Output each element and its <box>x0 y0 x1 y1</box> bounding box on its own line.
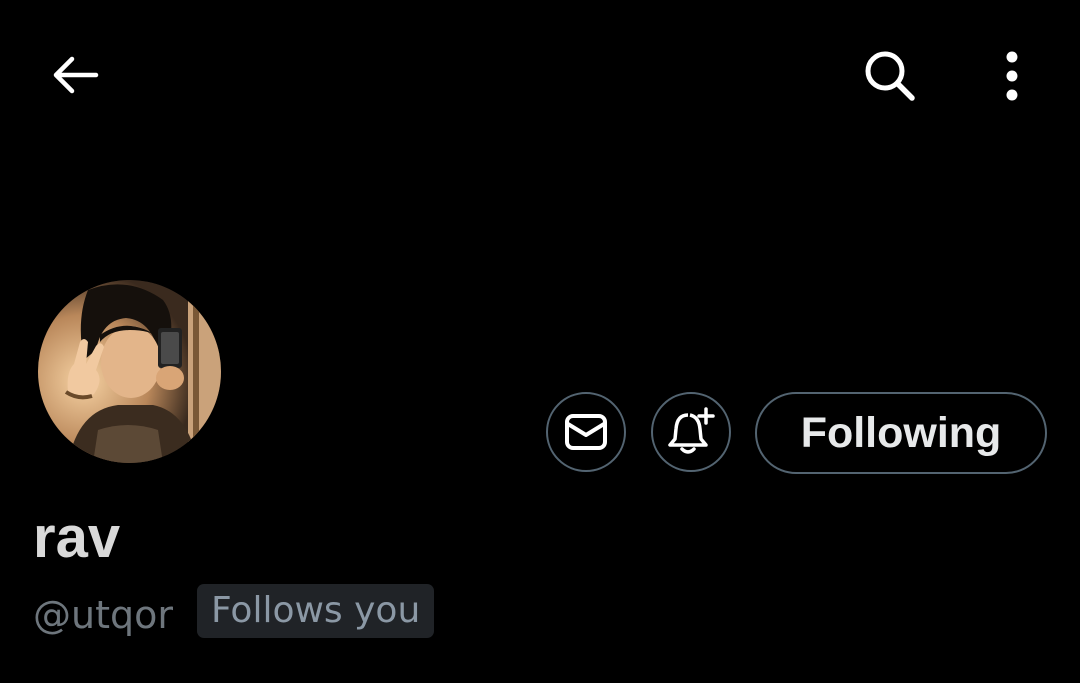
more-vertical-icon <box>1006 51 1018 101</box>
more-options-button[interactable] <box>984 38 1040 114</box>
bell-plus-icon <box>668 407 715 454</box>
search-icon <box>865 51 915 101</box>
message-button[interactable] <box>546 392 626 472</box>
envelope-icon <box>565 414 607 450</box>
back-button[interactable] <box>40 40 110 110</box>
search-button[interactable] <box>852 38 928 114</box>
user-handle: @utqor <box>33 593 173 637</box>
avatar[interactable] <box>38 280 221 463</box>
following-button[interactable]: Following <box>755 392 1047 474</box>
notifications-button[interactable] <box>651 392 731 472</box>
following-button-label: Following <box>800 408 1002 457</box>
profile-photo <box>38 280 221 463</box>
display-name: rav <box>33 505 121 570</box>
arrow-left-icon <box>53 56 99 94</box>
follows-you-badge: Follows you <box>197 584 435 638</box>
